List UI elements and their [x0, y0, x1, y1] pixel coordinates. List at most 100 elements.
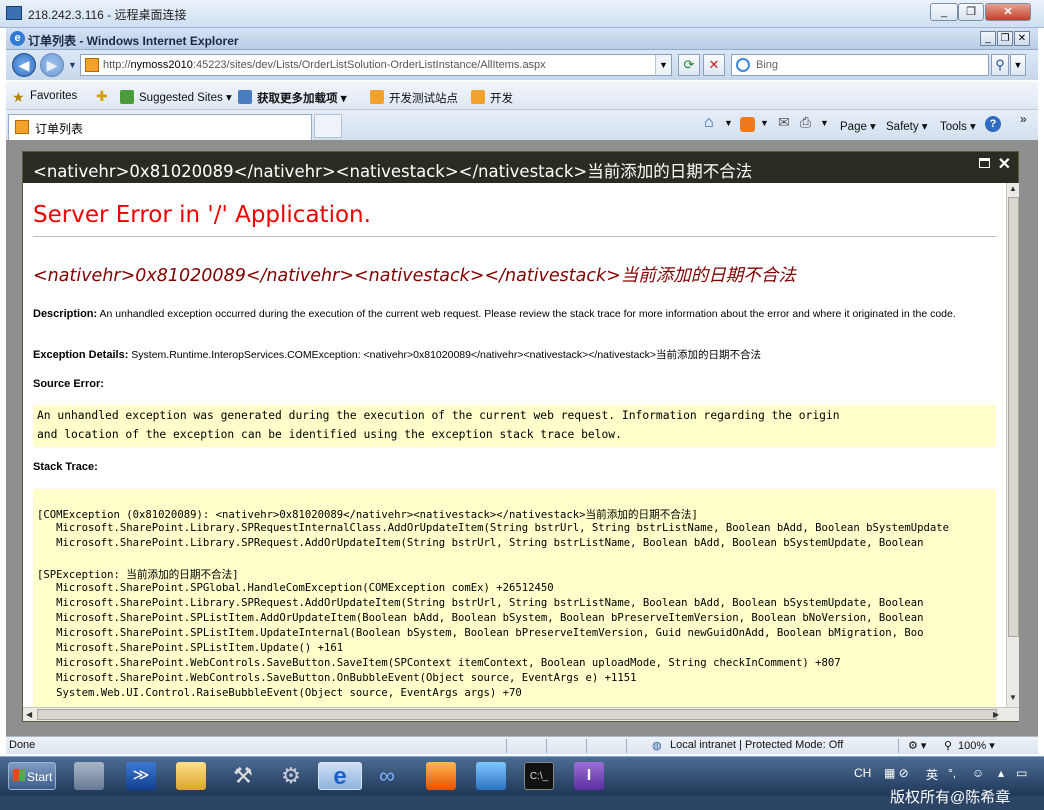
print-dropdown-icon[interactable]: ▼	[820, 118, 829, 128]
stack-line: Microsoft.SharePoint.Library.SPRequest.A…	[37, 537, 924, 549]
fav-link-dev[interactable]: 开发	[490, 90, 513, 106]
status-divider	[898, 739, 899, 753]
close-button[interactable]: ✕	[985, 3, 1031, 21]
windows-flag-icon	[13, 769, 25, 781]
ie-title-bar: e 订单列表 - Windows Internet Explorer	[6, 28, 1038, 50]
tab-order-list[interactable]: 订单列表	[8, 114, 312, 140]
stack-line: Microsoft.SharePoint.WebControls.SaveBut…	[37, 657, 841, 669]
server-error-heading: Server Error in '/' Application.	[33, 202, 371, 228]
zoom-icon: ⚲	[944, 740, 953, 752]
dialog-close-icon[interactable]: ✕	[998, 154, 1011, 174]
ime-settings-icon[interactable]: ☺	[972, 766, 984, 780]
refresh-button[interactable]: ⟳	[678, 54, 700, 76]
rss-feed-icon[interactable]	[740, 117, 755, 132]
home-dropdown-icon[interactable]: ▼	[724, 118, 733, 128]
favorites-button[interactable]: Favorites	[30, 90, 77, 102]
ime-mode[interactable]: 英	[926, 766, 938, 783]
stack-line: [SPException: 当前添加的日期不合法]	[37, 569, 239, 581]
status-divider	[586, 739, 587, 753]
scroll-down-icon[interactable]: ▼	[1009, 693, 1017, 702]
status-text: Done	[9, 739, 36, 751]
protected-mode-icon[interactable]: ⚙ ▾	[908, 739, 926, 752]
search-box[interactable]: Bing	[731, 54, 989, 76]
toolbar-overflow-icon[interactable]: »	[1020, 112, 1027, 126]
command-prompt-icon[interactable]: C:\_	[524, 762, 554, 790]
exception-details-paragraph: Exception Details: System.Runtime.Intero…	[33, 349, 761, 361]
horizontal-scroll-thumb[interactable]	[37, 709, 997, 720]
mail-icon[interactable]: ✉	[778, 114, 790, 131]
stack-trace-label: Stack Trace:	[33, 461, 98, 473]
bottom-strip	[0, 796, 1044, 810]
search-input[interactable]: Bing	[756, 59, 778, 71]
rdp-app-icon	[6, 6, 22, 20]
tab-title: 订单列表	[35, 122, 84, 136]
ie-restore-button[interactable]: ❐	[997, 31, 1013, 46]
status-divider	[506, 739, 507, 753]
bing-icon	[736, 58, 750, 72]
print-icon[interactable]: ⎙	[800, 114, 811, 131]
home-icon[interactable]: ⌂	[704, 114, 714, 132]
services-gear-icon[interactable]: ⚙	[276, 762, 306, 790]
rss-dropdown-icon[interactable]: ▼	[760, 118, 769, 128]
address-bar[interactable]: http://nymoss2010:45223/sites/dev/Lists/…	[80, 54, 672, 76]
dialog-header-title: <nativehr>0x81020089</nativehr><nativest…	[33, 162, 753, 181]
tools-menu[interactable]: Tools ▾	[940, 119, 976, 133]
ie-close-button[interactable]: ✕	[1014, 31, 1030, 46]
horizontal-scrollbar[interactable]: ◀ ▶	[23, 707, 1019, 721]
scroll-right-icon[interactable]: ▶	[993, 710, 999, 719]
infopath-icon[interactable]: I	[574, 762, 604, 790]
address-url[interactable]: http://nymoss2010:45223/sites/dev/Lists/…	[103, 59, 546, 71]
suggested-sites-link[interactable]: Suggested Sites ▾	[139, 90, 232, 104]
get-addons-link[interactable]: 获取更多加载项 ▾	[257, 90, 346, 106]
security-zone[interactable]: Local intranet | Protected Mode: Off	[670, 739, 843, 751]
explorer-folder-icon[interactable]	[176, 762, 206, 790]
search-go-icon[interactable]: ⚲	[991, 54, 1009, 76]
rdp-window-title: 218.242.3.116 - 远程桌面连接	[28, 8, 187, 22]
status-divider	[626, 739, 627, 753]
start-button[interactable]: Start	[8, 762, 56, 790]
new-tab-button[interactable]	[314, 114, 342, 138]
search-options-icon[interactable]: ▼	[1010, 54, 1026, 76]
stack-trace-box: [COMException (0x81020089): <nativehr>0x…	[33, 489, 996, 707]
divider	[33, 236, 996, 237]
status-divider	[546, 739, 547, 753]
page-menu[interactable]: Page ▾	[840, 119, 876, 133]
source-error-line: An unhandled exception was generated dur…	[37, 409, 840, 422]
add-favorite-icon[interactable]: ✚	[96, 88, 108, 105]
ie-minimize-button[interactable]: _	[980, 31, 996, 46]
stack-line: Microsoft.SharePoint.Library.SPRequestIn…	[37, 522, 950, 534]
help-icon[interactable]: ?	[985, 116, 1001, 132]
forward-button[interactable]: ▶	[40, 53, 64, 77]
zoom-level[interactable]: 100% ▾	[958, 739, 995, 752]
recent-pages-chevron-icon[interactable]: ▼	[68, 60, 77, 70]
tray-expand-icon[interactable]: ▴	[998, 766, 1004, 780]
input-language[interactable]: CH	[854, 766, 871, 780]
ie-logo-icon: e	[10, 31, 25, 46]
scroll-left-icon[interactable]: ◀	[26, 710, 32, 719]
internet-explorer-icon[interactable]: e	[318, 762, 362, 790]
maximize-icon[interactable]	[979, 158, 990, 168]
tools-icon[interactable]: ⚒	[228, 762, 258, 790]
restore-button[interactable]: ❐	[958, 3, 984, 21]
address-dropdown-icon[interactable]: ▼	[655, 55, 671, 75]
fav-link-dev-test-site[interactable]: 开发测试站点	[389, 90, 458, 106]
safety-menu[interactable]: Safety ▾	[886, 119, 928, 133]
utility-tools-icon[interactable]	[426, 762, 456, 790]
ime-toolbar-icon[interactable]: ▦ ⊘	[884, 766, 909, 780]
sharepoint-designer-icon[interactable]	[476, 762, 506, 790]
show-desktop-icon[interactable]: ▭	[1016, 766, 1027, 780]
server-manager-icon[interactable]	[74, 762, 104, 790]
scroll-up-icon[interactable]: ▲	[1009, 184, 1017, 193]
minimize-button[interactable]: _	[930, 3, 958, 21]
vertical-scrollbar[interactable]: ▲ ▼	[1006, 183, 1019, 707]
sharepoint-fav-icon	[370, 90, 384, 104]
addons-icon	[238, 90, 252, 104]
visual-studio-icon[interactable]: ∞	[372, 762, 402, 790]
powershell-icon[interactable]: ≫	[126, 762, 156, 790]
favorites-star-icon[interactable]: ★	[12, 89, 25, 106]
ime-punctuation-icon[interactable]: °,	[948, 766, 956, 780]
back-button[interactable]: ◀	[12, 53, 36, 77]
vertical-scroll-thumb[interactable]	[1008, 197, 1019, 637]
stop-button[interactable]: ✕	[703, 54, 725, 76]
stack-line: Microsoft.SharePoint.SPGlobal.HandleComE…	[37, 582, 554, 594]
